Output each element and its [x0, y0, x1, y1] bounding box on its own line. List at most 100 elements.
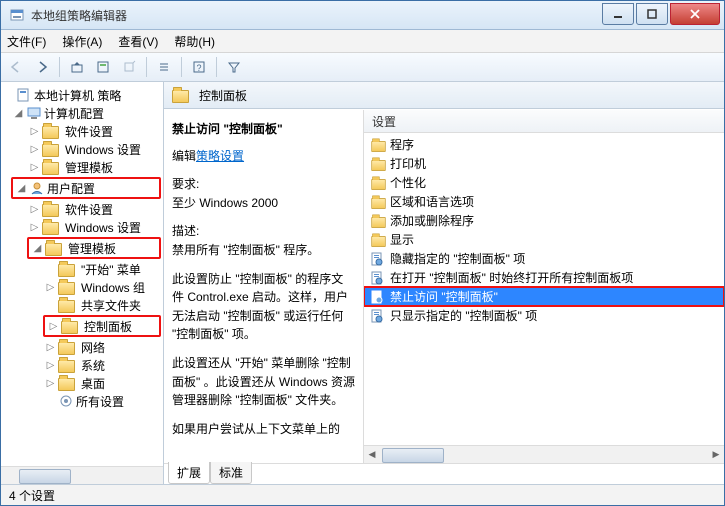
- up-button[interactable]: [66, 56, 88, 78]
- header-title: 控制面板: [199, 87, 247, 104]
- tree-item[interactable]: ▷管理模板: [3, 158, 161, 176]
- menu-view[interactable]: 查看(V): [118, 33, 158, 50]
- expand-icon[interactable]: ▷: [29, 222, 40, 233]
- tree-control-panel[interactable]: ▷控制面板: [46, 317, 158, 335]
- edit-policy-link[interactable]: 策略设置: [196, 149, 244, 163]
- tree-item[interactable]: ▷Windows 组: [3, 278, 161, 296]
- folder-icon: [61, 321, 78, 334]
- folder-icon: [42, 204, 59, 217]
- expand-icon[interactable]: ▷: [45, 378, 56, 389]
- settings-item[interactable]: 隐藏指定的 "控制面板" 项: [364, 249, 724, 268]
- settings-item[interactable]: 打印机: [364, 154, 724, 173]
- expand-icon[interactable]: ▷: [29, 162, 40, 173]
- expand-icon[interactable]: ◢: [16, 183, 27, 194]
- menu-help[interactable]: 帮助(H): [174, 33, 215, 50]
- expand-icon[interactable]: ▷: [48, 321, 59, 332]
- content-header: 控制面板: [164, 82, 724, 109]
- settings-item-label: 在打开 "控制面板" 时始终打开所有控制面板项: [390, 269, 633, 286]
- window-buttons: [602, 3, 720, 25]
- help-button[interactable]: ?: [188, 56, 210, 78]
- desc-p3: 此设置还从 "开始" 菜单删除 "控制面板" 。此设置还从 Windows 资源…: [172, 354, 355, 410]
- tree-pane[interactable]: 本地计算机 策略 ◢ 计算机配置 ▷软件设置 ▷Windows 设置 ▷管理模板…: [1, 82, 163, 466]
- expand-icon[interactable]: ▷: [45, 360, 56, 371]
- menu-file[interactable]: 文件(F): [7, 33, 46, 50]
- window-root: 本地组策略编辑器 文件(F) 操作(A) 查看(V) 帮助(H) ?: [0, 0, 725, 506]
- tree-item[interactable]: ▷软件设置: [3, 122, 161, 140]
- toolbar: ?: [1, 53, 724, 82]
- tree-computer-config[interactable]: ◢ 计算机配置: [3, 104, 161, 122]
- menu-action[interactable]: 操作(A): [62, 33, 102, 50]
- scrollbar-thumb[interactable]: [382, 448, 444, 463]
- desc-p4: 如果用户尝试从上下文菜单上的: [172, 420, 355, 439]
- expand-icon[interactable]: ▷: [45, 342, 56, 353]
- expand-icon[interactable]: ◢: [32, 243, 43, 254]
- settings-item[interactable]: 个性化: [364, 173, 724, 192]
- settings-list[interactable]: 程序打印机个性化区域和语言选项添加或删除程序显示隐藏指定的 "控制面板" 项在打…: [364, 133, 724, 445]
- list-button[interactable]: [153, 56, 175, 78]
- folder-icon: [370, 138, 384, 152]
- tree-root[interactable]: 本地计算机 策略: [3, 86, 161, 104]
- statusbar: 4 个设置: [1, 484, 724, 505]
- body: 本地计算机 策略 ◢ 计算机配置 ▷软件设置 ▷Windows 设置 ▷管理模板…: [1, 82, 724, 484]
- tree-item[interactable]: ▷Windows 设置: [3, 218, 161, 236]
- folder-icon: [370, 176, 384, 190]
- close-button[interactable]: [670, 3, 720, 25]
- desc-req-label: 要求:: [172, 175, 355, 194]
- settings-hscrollbar[interactable]: ◀ ▶: [364, 445, 724, 463]
- folder-icon: [58, 282, 75, 295]
- column-header[interactable]: 设置: [364, 110, 724, 133]
- tree-item[interactable]: ▷桌面: [3, 374, 161, 392]
- settings-item[interactable]: 禁止访问 "控制面板": [364, 287, 724, 306]
- expand-icon[interactable]: ▷: [45, 282, 56, 293]
- folder-icon: [370, 214, 384, 228]
- tree-item[interactable]: 所有设置: [3, 392, 161, 410]
- tree-item[interactable]: ▷软件设置: [3, 200, 161, 218]
- scrollbar-thumb[interactable]: [19, 469, 71, 484]
- minimize-button[interactable]: [602, 3, 634, 25]
- desc-p2: 此设置防止 "控制面板" 的程序文件 Control.exe 启动。这样，用户无…: [172, 270, 355, 344]
- tree-item[interactable]: ▷网络: [3, 338, 161, 356]
- folder-icon: [58, 300, 75, 313]
- folder-icon: [42, 162, 59, 175]
- tree-admin-templates[interactable]: ◢管理模板: [30, 239, 158, 257]
- policy-file-icon: [370, 309, 384, 323]
- expand-icon[interactable]: ◢: [13, 108, 24, 119]
- tree-item[interactable]: ▷系统: [3, 356, 161, 374]
- settings-item-label: 区域和语言选项: [390, 193, 474, 210]
- svg-text:?: ?: [197, 63, 202, 73]
- folder-icon: [58, 264, 75, 277]
- scroll-right-icon[interactable]: ▶: [708, 447, 724, 462]
- tab-extended[interactable]: 扩展: [168, 462, 210, 484]
- tree-user-config[interactable]: ◢ 用户配置: [14, 179, 158, 197]
- filter-button[interactable]: [223, 56, 245, 78]
- folder-icon: [42, 144, 59, 157]
- back-button[interactable]: [5, 56, 27, 78]
- settings-item[interactable]: 添加或删除程序: [364, 211, 724, 230]
- expand-icon[interactable]: ▷: [29, 204, 40, 215]
- tree-item[interactable]: ▷Windows 设置: [3, 140, 161, 158]
- window-title: 本地组策略编辑器: [31, 7, 602, 24]
- policy-file-icon: [370, 290, 384, 304]
- settings-item-label: 添加或删除程序: [390, 212, 474, 229]
- folder-icon: [42, 126, 59, 139]
- properties-button[interactable]: [92, 56, 114, 78]
- tree-item[interactable]: 共享文件夹: [3, 296, 161, 314]
- expand-icon[interactable]: ▷: [29, 144, 40, 155]
- tree-hscrollbar[interactable]: [1, 466, 163, 484]
- settings-item[interactable]: 程序: [364, 135, 724, 154]
- forward-button[interactable]: [31, 56, 53, 78]
- tab-standard[interactable]: 标准: [210, 462, 252, 484]
- settings-item[interactable]: 显示: [364, 230, 724, 249]
- tree-item[interactable]: "开始" 菜单: [3, 260, 161, 278]
- export-button[interactable]: [118, 56, 140, 78]
- settings-item[interactable]: 只显示指定的 "控制面板" 项: [364, 306, 724, 325]
- settings-icon: [58, 393, 74, 409]
- expand-icon[interactable]: ▷: [29, 126, 40, 137]
- settings-item[interactable]: 区域和语言选项: [364, 192, 724, 211]
- description-pane: 禁止访问 "控制面板" 编辑策略设置 要求: 至少 Windows 2000 描…: [164, 110, 364, 463]
- settings-pane: 设置 程序打印机个性化区域和语言选项添加或删除程序显示隐藏指定的 "控制面板" …: [364, 110, 724, 463]
- right-pane: 控制面板 禁止访问 "控制面板" 编辑策略设置 要求: 至少 Windows 2…: [164, 82, 724, 484]
- settings-item[interactable]: 在打开 "控制面板" 时始终打开所有控制面板项: [364, 268, 724, 287]
- scroll-left-icon[interactable]: ◀: [364, 447, 380, 462]
- maximize-button[interactable]: [636, 3, 668, 25]
